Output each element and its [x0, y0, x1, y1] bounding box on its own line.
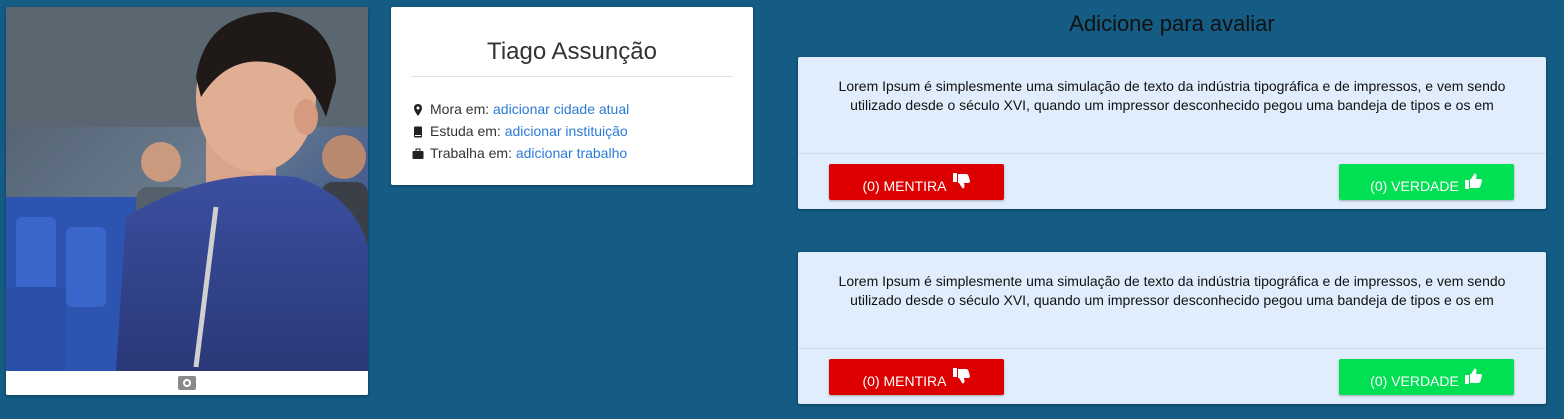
works-row: Trabalha em: adicionar trabalho [412, 145, 627, 161]
book-icon [412, 125, 424, 138]
lie-button[interactable]: (0) MENTIRA [829, 164, 1004, 200]
lie-button-label: (0) MENTIRA [862, 373, 947, 389]
studies-label: Estuda em: [430, 123, 501, 139]
add-work-link[interactable]: adicionar trabalho [516, 145, 627, 161]
true-button[interactable]: (0) VERDADE [1339, 164, 1514, 200]
true-button-label: (0) VERDADE [1370, 373, 1459, 389]
thumbs-down-icon [952, 173, 970, 189]
works-label: Trabalha em: [430, 145, 512, 161]
evaluation-card: Lorem Ipsum é simplesmente uma simulação… [798, 57, 1546, 209]
true-button[interactable]: (0) VERDADE [1339, 359, 1514, 395]
section-title: Adicione para avaliar [1069, 11, 1275, 36]
evaluation-text: Lorem Ipsum é simplesmente uma simulação… [838, 273, 1506, 308]
evaluation-text: Lorem Ipsum é simplesmente uma simulação… [838, 78, 1506, 113]
profile-info-card: Tiago Assunção Mora em: adicionar cidade… [391, 7, 753, 185]
add-city-link[interactable]: adicionar cidade atual [493, 101, 629, 117]
profile-divider [411, 76, 733, 77]
evaluation-card: Lorem Ipsum é simplesmente uma simulação… [798, 252, 1546, 404]
photo-footer [6, 371, 368, 395]
add-institution-link[interactable]: adicionar instituição [505, 123, 628, 139]
thumbs-down-icon [952, 368, 970, 384]
thumbs-up-icon [1464, 173, 1482, 189]
briefcase-icon [412, 147, 424, 159]
lives-label: Mora em: [430, 101, 490, 117]
camera-icon[interactable] [178, 376, 196, 390]
lie-button-label: (0) MENTIRA [862, 178, 947, 194]
studies-row: Estuda em: adicionar instituição [412, 123, 628, 139]
card-separator [798, 348, 1546, 349]
profile-photo [6, 7, 368, 371]
thumbs-up-icon [1464, 368, 1482, 384]
profile-photo-image [6, 7, 368, 371]
lives-row: Mora em: adicionar cidade atual [412, 101, 629, 117]
card-separator [798, 153, 1546, 154]
true-button-label: (0) VERDADE [1370, 178, 1459, 194]
lie-button[interactable]: (0) MENTIRA [829, 359, 1004, 395]
profile-name: Tiago Assunção [487, 38, 657, 65]
profile-photo-card [6, 7, 368, 395]
map-marker-icon [412, 103, 424, 116]
